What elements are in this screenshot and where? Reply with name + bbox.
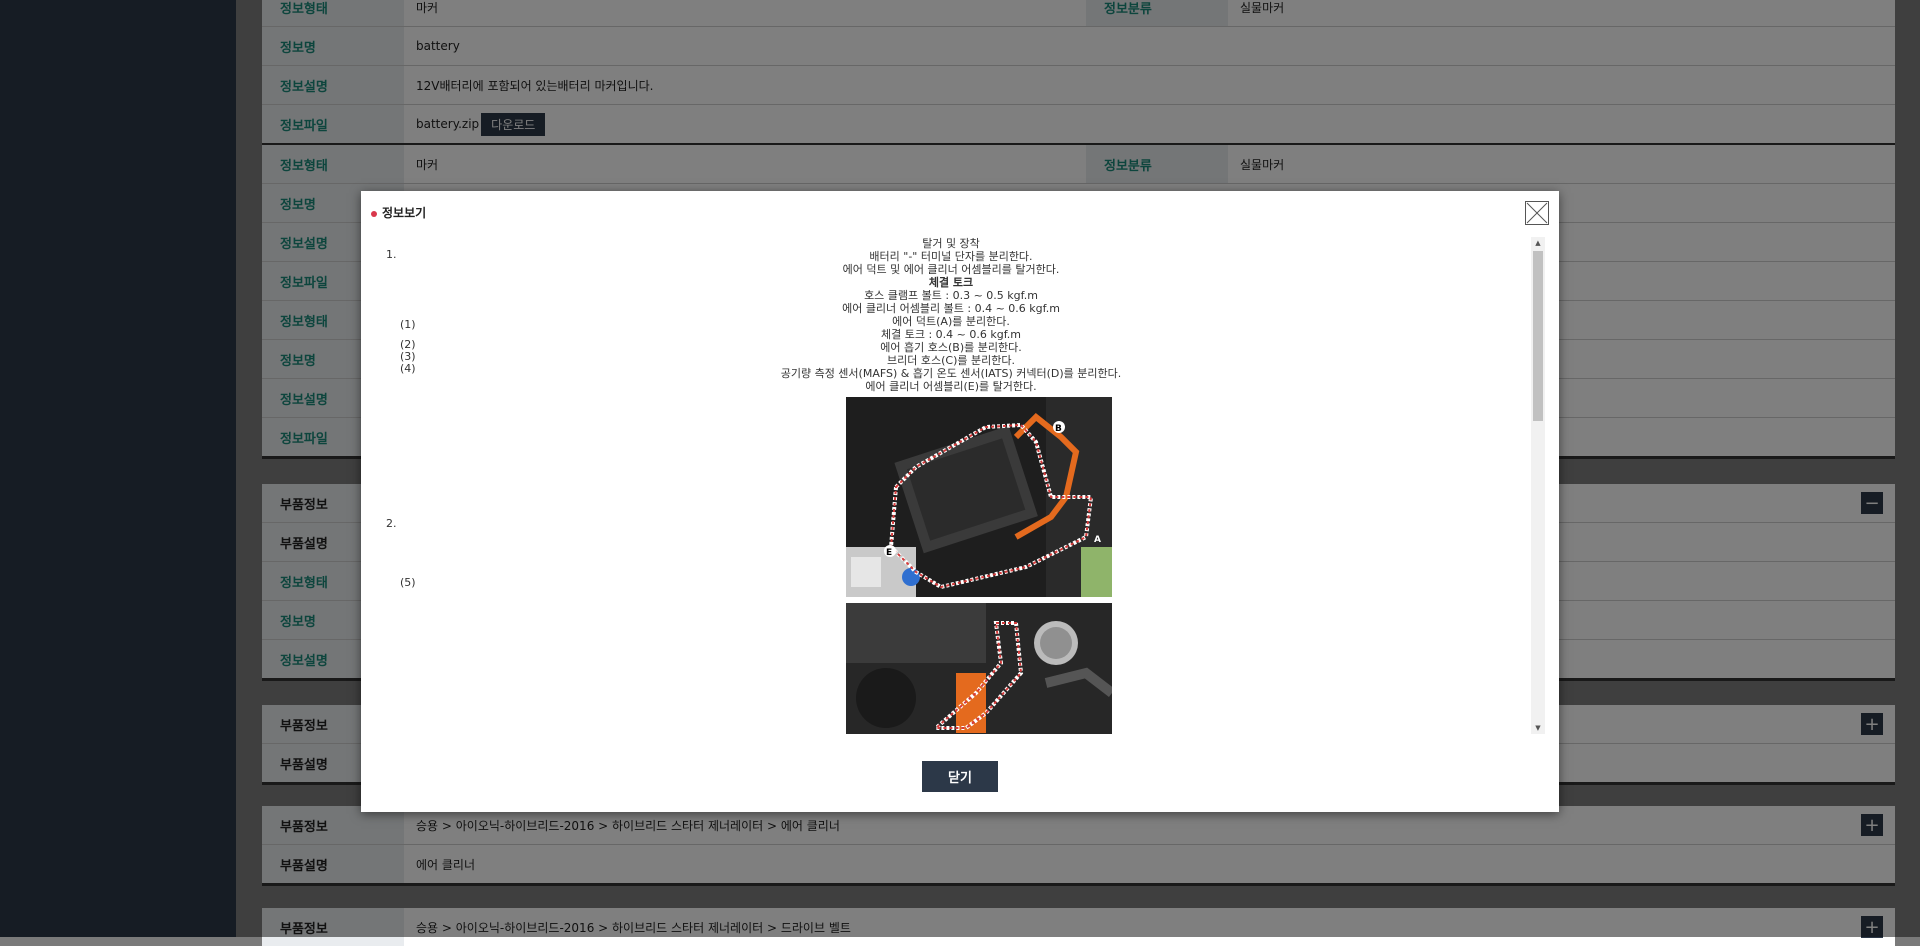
close-icon[interactable] bbox=[1525, 201, 1549, 225]
scroll-thumb[interactable] bbox=[1533, 251, 1543, 421]
instruction-line: 에어 클리너 어셈블리 볼트 : 0.4 ~ 0.6 kgf.m bbox=[842, 302, 1060, 315]
photo-label-b: B bbox=[1055, 424, 1062, 434]
air-duct-photo bbox=[846, 603, 1116, 734]
info-view-modal: 정보보기 1. (1) (2) (3) (4) 2. (5) 탈거 및 장착 배… bbox=[361, 191, 1559, 812]
instruction-line: 체결 토크 : 0.4 ~ 0.6 kgf.m bbox=[880, 328, 1021, 341]
scroll-down-icon[interactable]: ▼ bbox=[1531, 722, 1545, 734]
modal-title-text: 정보보기 bbox=[382, 206, 427, 220]
step-number: 2. bbox=[386, 517, 397, 530]
instruction-line: 브리더 호스(C)를 분리한다. bbox=[887, 354, 1015, 367]
instruction-line: 배터리 "-" 터미널 단자를 분리한다. bbox=[869, 250, 1033, 263]
instruction-line: 공기량 측정 센서(MAFS) & 흡기 온도 센서(IATS) 커넥터(D)를… bbox=[780, 367, 1122, 380]
instruction-line: 호스 클램프 볼트 : 0.3 ~ 0.5 kgf.m bbox=[864, 289, 1038, 302]
instruction-line: 탈거 및 장착 bbox=[922, 237, 980, 250]
close-button[interactable]: 닫기 bbox=[922, 761, 998, 792]
engine-bay-photo: B A E bbox=[846, 397, 1112, 597]
instruction-line: 에어 덕트 및 에어 클리너 어셈블리를 탈거한다. bbox=[842, 263, 1060, 276]
scroll-up-icon[interactable]: ▲ bbox=[1531, 237, 1545, 249]
instruction-line: 에어 클리너 어셈블리(E)를 탈거한다. bbox=[865, 380, 1037, 393]
instruction-line: 에어 덕트(A)를 분리한다. bbox=[892, 315, 1010, 328]
modal-content[interactable]: 1. (1) (2) (3) (4) 2. (5) 탈거 및 장착 배터리 "-… bbox=[371, 237, 1531, 734]
instruction-line: 체결 토크 bbox=[928, 276, 974, 289]
title-bullet-icon bbox=[371, 210, 377, 217]
modal-title: 정보보기 bbox=[371, 204, 426, 221]
instruction-text: 탈거 및 장착 배터리 "-" 터미널 단자를 분리한다. 에어 덕트 및 에어… bbox=[371, 237, 1531, 393]
instruction-line: 에어 흡기 호스(B)를 분리한다. bbox=[880, 341, 1022, 354]
modal-scrollbar[interactable]: ▲ ▼ bbox=[1531, 237, 1545, 734]
photo-label-a: A bbox=[1094, 535, 1101, 545]
step-number: (5) bbox=[400, 576, 416, 589]
photo-label-e: E bbox=[886, 548, 892, 558]
